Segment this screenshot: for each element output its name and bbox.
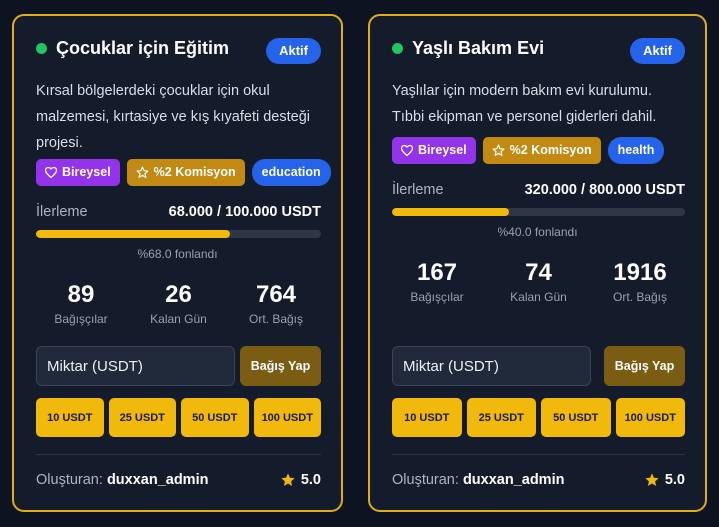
campaign-title: Yaşlı Bakım Evi [412,38,545,58]
stat-avg-donation: 764 Ort. Bağış [231,281,321,326]
commission-tag: %2 Komisyon [482,137,601,164]
stat-value: 26 [165,281,192,308]
creator-label: Oluşturan: [36,472,103,488]
star-icon [645,473,659,486]
campaign-card: Çocuklar için Eğitim Aktif Kırsal bölgel… [12,14,343,512]
creator: Oluşturan: duxxan_admin [392,472,564,488]
quick-amount-10-button[interactable]: 10 USDT [36,398,104,437]
creator: Oluşturan: duxxan_admin [36,472,208,488]
stat-label: Kalan Gün [150,312,207,326]
active-status-dot [36,43,47,54]
commission-tag-label: %2 Komisyon [509,143,592,157]
progress-fill [392,208,510,216]
rating-value: 5.0 [300,472,321,488]
progress-label: İlerleme [36,204,88,220]
amount-input[interactable] [36,346,235,386]
stat-avg-donation: 1916 Ort. Bağış [595,259,685,304]
progress-bar [392,208,685,216]
personal-tag: Bireysel [36,159,120,186]
heart-icon [401,145,413,156]
rating: 5.0 [644,472,685,488]
quick-amount-group: 10 USDT 25 USDT 50 USDT 100 USDT [36,398,321,437]
tag-list: Bireysel %2 Komisyon education [36,159,331,186]
donate-button[interactable]: Bağış Yap [604,346,685,386]
stat-value: 89 [67,281,95,308]
progress-bar [36,230,321,238]
personal-tag-label: Bireysel [418,143,467,157]
stat-label: Kalan Gün [510,290,567,304]
stat-value: 764 [255,281,297,308]
heart-icon [45,167,57,178]
quick-amount-25-button[interactable]: 25 USDT [466,398,536,437]
status-badge: Aktif [630,38,685,64]
card-footer: Oluşturan: duxxan_admin 5.0 [392,472,685,488]
commission-tag-label: %2 Komisyon [153,165,236,179]
campaign-title: Çocuklar için Eğitim [56,38,230,58]
stat-days-left: 74 Kalan Gün [494,259,584,304]
personal-tag-label: Bireysel [62,165,111,179]
rating-value: 5.0 [664,472,685,488]
stat-value: 74 [525,259,552,286]
campaign-card: Yaşlı Bakım Evi Aktif Yaşlılar için mode… [368,14,707,512]
stats-row: 167 Bağışçılar 74 Kalan Gün 1916 Ort. Ba… [392,259,685,304]
stats-row: 89 Bağışçılar 26 Kalan Gün 764 Ort. Bağı… [36,281,321,326]
personal-tag: Bireysel [392,137,476,164]
progress-percent: %40.0 fonlandı [497,225,578,239]
star-icon [281,473,295,486]
commission-tag: %2 Komisyon [126,159,245,186]
quick-amount-25-button[interactable]: 25 USDT [108,398,176,437]
category-tag: health [607,137,665,164]
quick-amount-100-button[interactable]: 100 USDT [615,398,685,437]
stat-days-left: 26 Kalan Gün [134,281,224,326]
donate-button[interactable]: Bağış Yap [240,346,321,386]
stat-label: Ort. Bağış [248,312,304,326]
creator-name[interactable]: duxxan_admin [107,472,209,488]
active-status-dot [392,43,403,54]
star-outline-icon [136,166,149,178]
creator-name[interactable]: duxxan_admin [463,472,565,488]
creator-label: Oluşturan: [392,472,459,488]
star-outline-icon [492,144,505,156]
progress-amount: 68.000 / 100.000 USDT [168,204,321,220]
stat-label: Ort. Bağış [612,290,668,304]
card-footer: Oluşturan: duxxan_admin 5.0 [36,472,321,488]
progress-amount: 320.000 / 800.000 USDT [524,182,685,198]
tag-list: Bireysel %2 Komisyon health [392,137,665,164]
amount-input[interactable] [392,346,591,386]
campaign-description: Kırsal bölgelerdeki çocuklar için okul m… [36,83,310,151]
stat-donors: 89 Bağışçılar [36,281,126,326]
category-tag: education [251,159,331,186]
divider [36,454,321,455]
stat-donors: 167 Bağışçılar [392,259,482,304]
stat-label: Bağışçılar [54,312,108,326]
quick-amount-50-button[interactable]: 50 USDT [181,398,249,437]
rating: 5.0 [280,472,321,488]
quick-amount-group: 10 USDT 25 USDT 50 USDT 100 USDT [392,398,685,437]
stat-label: Bağışçılar [410,290,464,304]
quick-amount-50-button[interactable]: 50 USDT [541,398,611,437]
quick-amount-100-button[interactable]: 100 USDT [253,398,321,437]
quick-amount-10-button[interactable]: 10 USDT [392,398,462,437]
progress-fill [36,230,230,238]
divider [392,454,685,455]
status-badge: Aktif [266,38,321,64]
stat-value: 1916 [613,259,667,286]
stat-value: 167 [416,259,458,286]
progress-label: İlerleme [392,182,444,198]
campaign-description: Yaşlılar için modern bakım evi kurulumu.… [392,83,657,125]
progress-percent: %68.0 fonlandı [137,247,218,261]
